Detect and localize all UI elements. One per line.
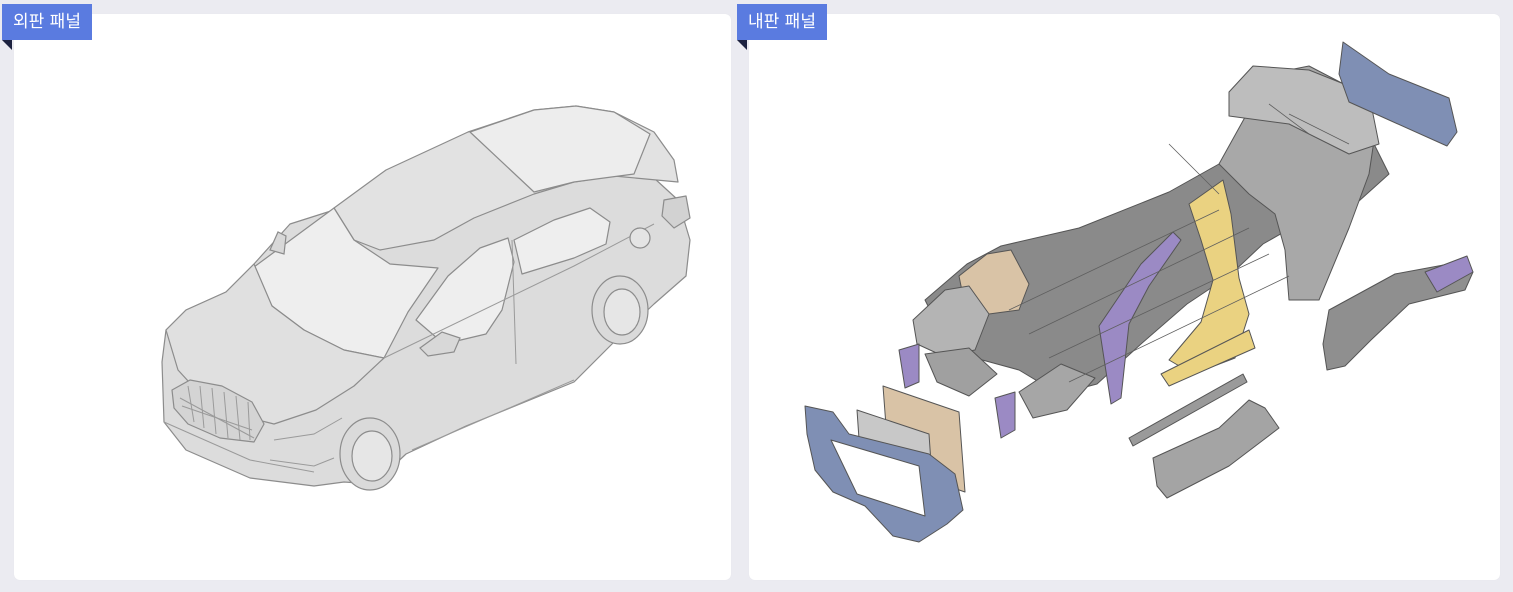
inner-panel-card bbox=[749, 14, 1500, 580]
car-exterior-illustration bbox=[161, 105, 691, 491]
outer-panel-card bbox=[14, 14, 731, 580]
outer-panel-label: 외판 패널 bbox=[2, 4, 92, 40]
inner-panel-label: 내판 패널 bbox=[737, 4, 827, 40]
label-fold-corner bbox=[2, 40, 12, 50]
label-fold-corner bbox=[737, 40, 747, 50]
car-inner-body-exploded-illustration bbox=[804, 41, 1474, 543]
